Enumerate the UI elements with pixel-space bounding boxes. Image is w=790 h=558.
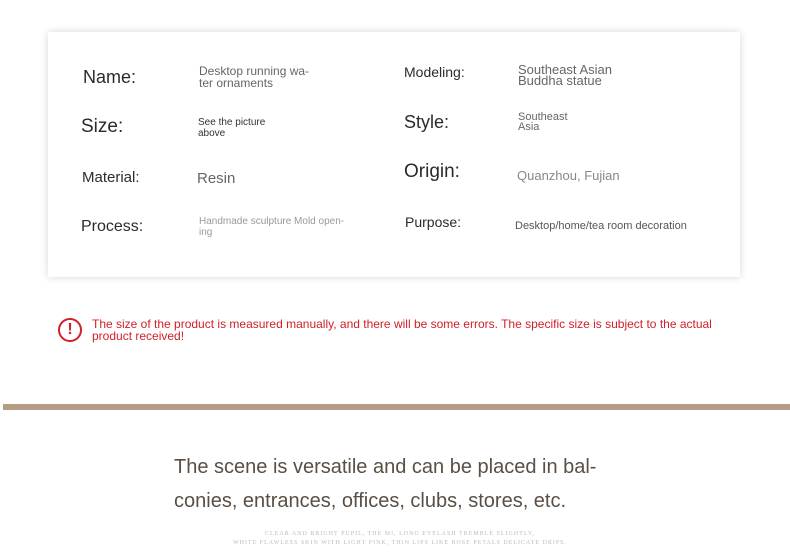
fine-print-line-1: CLEAR AND BRIGHT PUPIL, THE MI, LONG EYE…	[265, 531, 535, 537]
exclamation-circle-icon: !	[58, 318, 82, 342]
purpose-value: Desktop/home/tea room decoration	[515, 220, 687, 232]
size-notice: The size of the product is measured manu…	[92, 317, 712, 343]
section-divider	[3, 404, 790, 410]
spec-card	[48, 32, 740, 277]
process-label: Process:	[81, 218, 144, 235]
style-label: Style:	[404, 112, 450, 132]
name-value: Desktop running wa- ter ornaments	[199, 64, 310, 90]
modeling-label: Modeling:	[404, 64, 465, 80]
style-value: Southeast Asia	[518, 111, 568, 133]
modeling-value: Southeast Asian Buddha statue	[518, 62, 612, 88]
process-value: Handmade sculpture Mold open- ing	[199, 216, 345, 238]
material-label: Material:	[82, 169, 140, 186]
origin-label: Origin:	[404, 161, 460, 182]
purpose-label: Purpose:	[405, 214, 462, 230]
origin-value: Quanzhou, Fujian	[517, 168, 620, 183]
size-label: Size:	[81, 116, 124, 137]
scene-description: The scene is versatile and can be placed…	[174, 456, 597, 512]
name-label: Name:	[83, 67, 137, 87]
material-value: Resin	[197, 170, 236, 187]
size-value: See the picture above	[198, 117, 266, 139]
fine-print-line-2: WHITE FLAWLESS SKIN WITH LIGHT PINK, THI…	[232, 540, 568, 546]
